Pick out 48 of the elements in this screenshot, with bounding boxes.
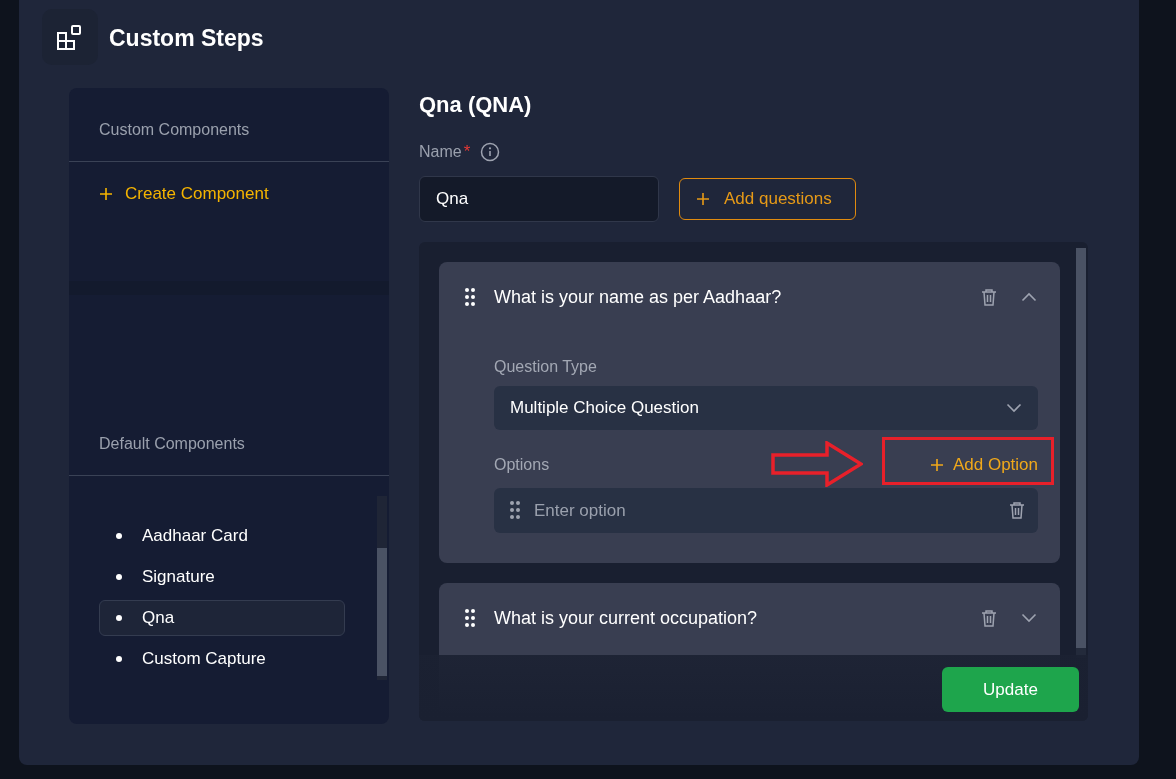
scrollbar[interactable] [377,496,387,680]
section-heading: Custom Components [69,88,389,162]
plus-icon [929,458,944,472]
plus-icon [696,192,710,206]
bullet-icon [116,656,122,662]
option-input-field[interactable]: Enter option [494,488,1038,533]
component-name: Aadhaar Card [142,526,248,546]
component-name: Signature [142,567,215,587]
field-label: Options [494,456,550,474]
section-heading: Default Components [69,435,389,476]
field-label: Question Type [494,358,598,376]
delete-button[interactable] [980,287,998,307]
component-list-item[interactable]: Custom Capture [99,641,345,677]
field-label: Name [419,143,462,161]
question-text: What is your current occupation? [494,607,759,629]
scrollbar-thumb[interactable] [377,548,387,676]
bullet-icon [116,574,122,580]
trash-icon [980,287,998,307]
required-mark: * [463,142,471,162]
component-list-item[interactable]: Aadhaar Card [99,518,345,554]
blocks-icon [57,24,83,50]
add-option-button[interactable]: Add Option [929,455,1038,475]
dropdown-value: Multiple Choice Question [510,398,699,418]
info-icon [480,142,501,162]
component-name: Custom Capture [142,649,266,669]
add-questions-button[interactable]: Add questions [679,178,856,220]
component-list-item[interactable]: Qna [99,600,345,636]
chevron-down-icon [1006,403,1022,413]
plus-icon [99,187,113,201]
drag-handle-icon [465,609,475,627]
component-list-item[interactable]: Signature [99,559,345,595]
bullet-icon [116,615,122,621]
collapse-button[interactable] [1020,292,1038,302]
delete-button[interactable] [980,608,998,628]
component-name: Qna [142,608,175,628]
chevron-icon [1021,613,1037,623]
name-input-field[interactable]: Qna [419,176,659,222]
page-title: Custom Steps [109,24,264,52]
bullet-icon [116,533,122,539]
component-title: Qna (QNA) [419,92,533,118]
create-component-button[interactable]: Create Component [99,184,269,204]
trash-icon [980,608,998,628]
trash-icon [1008,501,1026,520]
question-text: What is your name as per Aadhaar? [494,286,783,308]
drag-handle-icon [465,288,475,306]
question-type-dropdown[interactable]: Multiple Choice Question [494,386,1038,430]
expand-button[interactable] [1020,613,1038,623]
chevron-icon [1021,292,1037,302]
